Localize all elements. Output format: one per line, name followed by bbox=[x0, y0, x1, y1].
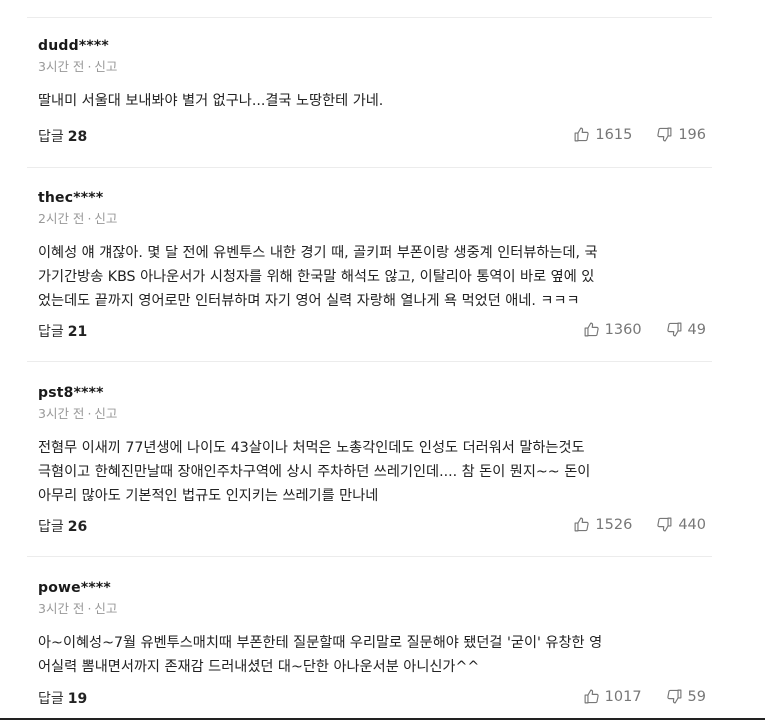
comment-author[interactable]: thec**** bbox=[38, 189, 712, 207]
comment-meta: 3시간 전 · 신고 bbox=[38, 406, 712, 422]
comment-divider bbox=[27, 361, 712, 362]
like-button[interactable]: 1360 bbox=[583, 321, 642, 338]
thumbs-up-icon bbox=[574, 127, 590, 142]
dislike-button[interactable]: 49 bbox=[666, 321, 706, 338]
like-count: 1615 bbox=[595, 126, 633, 143]
comment-body: 딸내미 서울대 보내봐야 별거 없구나...결국 노땅한테 가네. bbox=[38, 89, 708, 113]
vote-group: 1360 49 bbox=[583, 321, 706, 338]
meta-separator: · bbox=[87, 601, 92, 616]
vote-group: 1526 440 bbox=[573, 516, 706, 533]
like-count: 1017 bbox=[604, 688, 642, 705]
comment-meta: 3시간 전 · 신고 bbox=[38, 59, 712, 75]
dislike-count: 59 bbox=[687, 688, 706, 705]
reply-count: 19 bbox=[67, 691, 88, 707]
reply-count: 26 bbox=[67, 519, 88, 535]
reply-label: 답글 bbox=[38, 129, 64, 145]
comment-line: 었는데도 끝까지 영어로만 인터뷰하며 자기 영어 실력 자랑해 열나게 욕 먹… bbox=[38, 293, 580, 309]
thumbs-down-icon bbox=[666, 322, 681, 337]
comment-time: 2시간 전 bbox=[38, 211, 85, 226]
comment-line: 전혐무 이새끼 77년생에 나이도 43살이나 처먹은 노총각인데도 인성도 더… bbox=[38, 440, 585, 456]
comment-line: 아~이혜성~7월 유벤투스매치때 부폰한테 질문할때 우리말로 질문해야 됐던걸… bbox=[38, 635, 603, 651]
reply-count: 28 bbox=[67, 129, 88, 145]
like-count: 1526 bbox=[595, 516, 633, 533]
thumbs-up-icon bbox=[574, 517, 590, 532]
like-button[interactable]: 1615 bbox=[573, 126, 632, 143]
comment-line: 극혐이고 한혜진만날때 장애인주차구역에 상시 주차하던 쓰레기인데.... 참… bbox=[38, 464, 591, 480]
comment-line: 딸내미 서울대 보내봐야 별거 없구나...결국 노땅한테 가네. bbox=[38, 93, 384, 109]
dislike-count: 440 bbox=[678, 516, 706, 533]
thumbs-down-icon bbox=[657, 127, 672, 142]
thumbs-down-icon bbox=[666, 689, 681, 704]
comment-footer: 답글 21 1360 49 bbox=[38, 321, 712, 341]
comment-footer: 답글 28 1615 196 bbox=[38, 126, 712, 146]
reply-button[interactable]: 답글 28 bbox=[38, 126, 87, 146]
dislike-button[interactable]: 196 bbox=[656, 126, 706, 143]
thumbs-up-icon bbox=[584, 322, 599, 337]
dislike-button[interactable]: 440 bbox=[656, 516, 706, 533]
top-divider bbox=[27, 17, 712, 18]
report-button[interactable]: 신고 bbox=[94, 211, 117, 226]
comment-footer: 답글 26 1526 440 bbox=[38, 516, 712, 536]
comment-author[interactable]: dudd**** bbox=[38, 37, 712, 55]
comment-line: 이혜성 얘 걔잖아. 몇 달 전에 유벤투스 내한 경기 때, 골키퍼 부폰이랑… bbox=[38, 245, 598, 261]
comment-time: 3시간 전 bbox=[38, 601, 85, 616]
thumbs-down-icon bbox=[657, 517, 672, 532]
meta-separator: · bbox=[87, 59, 92, 74]
comment-divider bbox=[27, 167, 712, 168]
like-count: 1360 bbox=[604, 321, 642, 338]
comment-body: 아~이혜성~7월 유벤투스매치때 부폰한테 질문할때 우리말로 질문해야 됐던걸… bbox=[38, 631, 708, 679]
meta-separator: · bbox=[87, 211, 92, 226]
comment-divider bbox=[27, 556, 712, 557]
comment-item: powe**** 3시간 전 · 신고 아~이혜성~7월 유벤투스매치때 부폰한테 … bbox=[38, 579, 712, 679]
comment-author[interactable]: powe**** bbox=[38, 579, 712, 597]
comment-line: 가기간방송 KBS 아나운서가 시청자를 위해 한국말 해석도 않고, 이탈리아… bbox=[38, 269, 595, 285]
report-button[interactable]: 신고 bbox=[94, 601, 117, 616]
vote-group: 1615 196 bbox=[573, 126, 706, 143]
comment-body: 전혐무 이새끼 77년생에 나이도 43살이나 처먹은 노총각인데도 인성도 더… bbox=[38, 436, 708, 508]
comment-line: 어실력 뽐내면서까지 존재감 드러내셨던 대~단한 아나운서분 아니신가^^ bbox=[38, 659, 480, 675]
comment-item: dudd**** 3시간 전 · 신고 딸내미 서울대 보내봐야 별거 없구나...… bbox=[38, 37, 712, 113]
comment-meta: 3시간 전 · 신고 bbox=[38, 601, 712, 617]
dislike-button[interactable]: 59 bbox=[666, 688, 706, 705]
comment-line: 아무리 많아도 기본적인 법규도 인지키는 쓰레기를 만나네 bbox=[38, 488, 379, 504]
like-button[interactable]: 1526 bbox=[573, 516, 632, 533]
reply-label: 답글 bbox=[38, 691, 64, 707]
like-button[interactable]: 1017 bbox=[583, 688, 642, 705]
vote-group: 1017 59 bbox=[583, 688, 706, 705]
reply-count: 21 bbox=[67, 324, 88, 340]
reply-button[interactable]: 답글 26 bbox=[38, 516, 87, 536]
comment-item: pst8**** 3시간 전 · 신고 전혐무 이새끼 77년생에 나이도 43살이… bbox=[38, 384, 712, 508]
meta-separator: · bbox=[87, 406, 92, 421]
reply-label: 답글 bbox=[38, 324, 64, 340]
dislike-count: 49 bbox=[687, 321, 706, 338]
reply-button[interactable]: 답글 19 bbox=[38, 688, 87, 708]
comment-meta: 2시간 전 · 신고 bbox=[38, 211, 712, 227]
comment-time: 3시간 전 bbox=[38, 406, 85, 421]
dislike-count: 196 bbox=[678, 126, 706, 143]
report-button[interactable]: 신고 bbox=[94, 406, 117, 421]
report-button[interactable]: 신고 bbox=[94, 59, 117, 74]
thumbs-up-icon bbox=[584, 689, 599, 704]
comment-time: 3시간 전 bbox=[38, 59, 85, 74]
comment-author[interactable]: pst8**** bbox=[38, 384, 712, 402]
reply-label: 답글 bbox=[38, 519, 64, 535]
comment-body: 이혜성 얘 걔잖아. 몇 달 전에 유벤투스 내한 경기 때, 골키퍼 부폰이랑… bbox=[38, 241, 708, 313]
comment-footer: 답글 19 1017 59 bbox=[38, 688, 712, 708]
reply-button[interactable]: 답글 21 bbox=[38, 321, 87, 341]
comment-item: thec**** 2시간 전 · 신고 이혜성 얘 걔잖아. 몇 달 전에 유벤투스… bbox=[38, 189, 712, 313]
